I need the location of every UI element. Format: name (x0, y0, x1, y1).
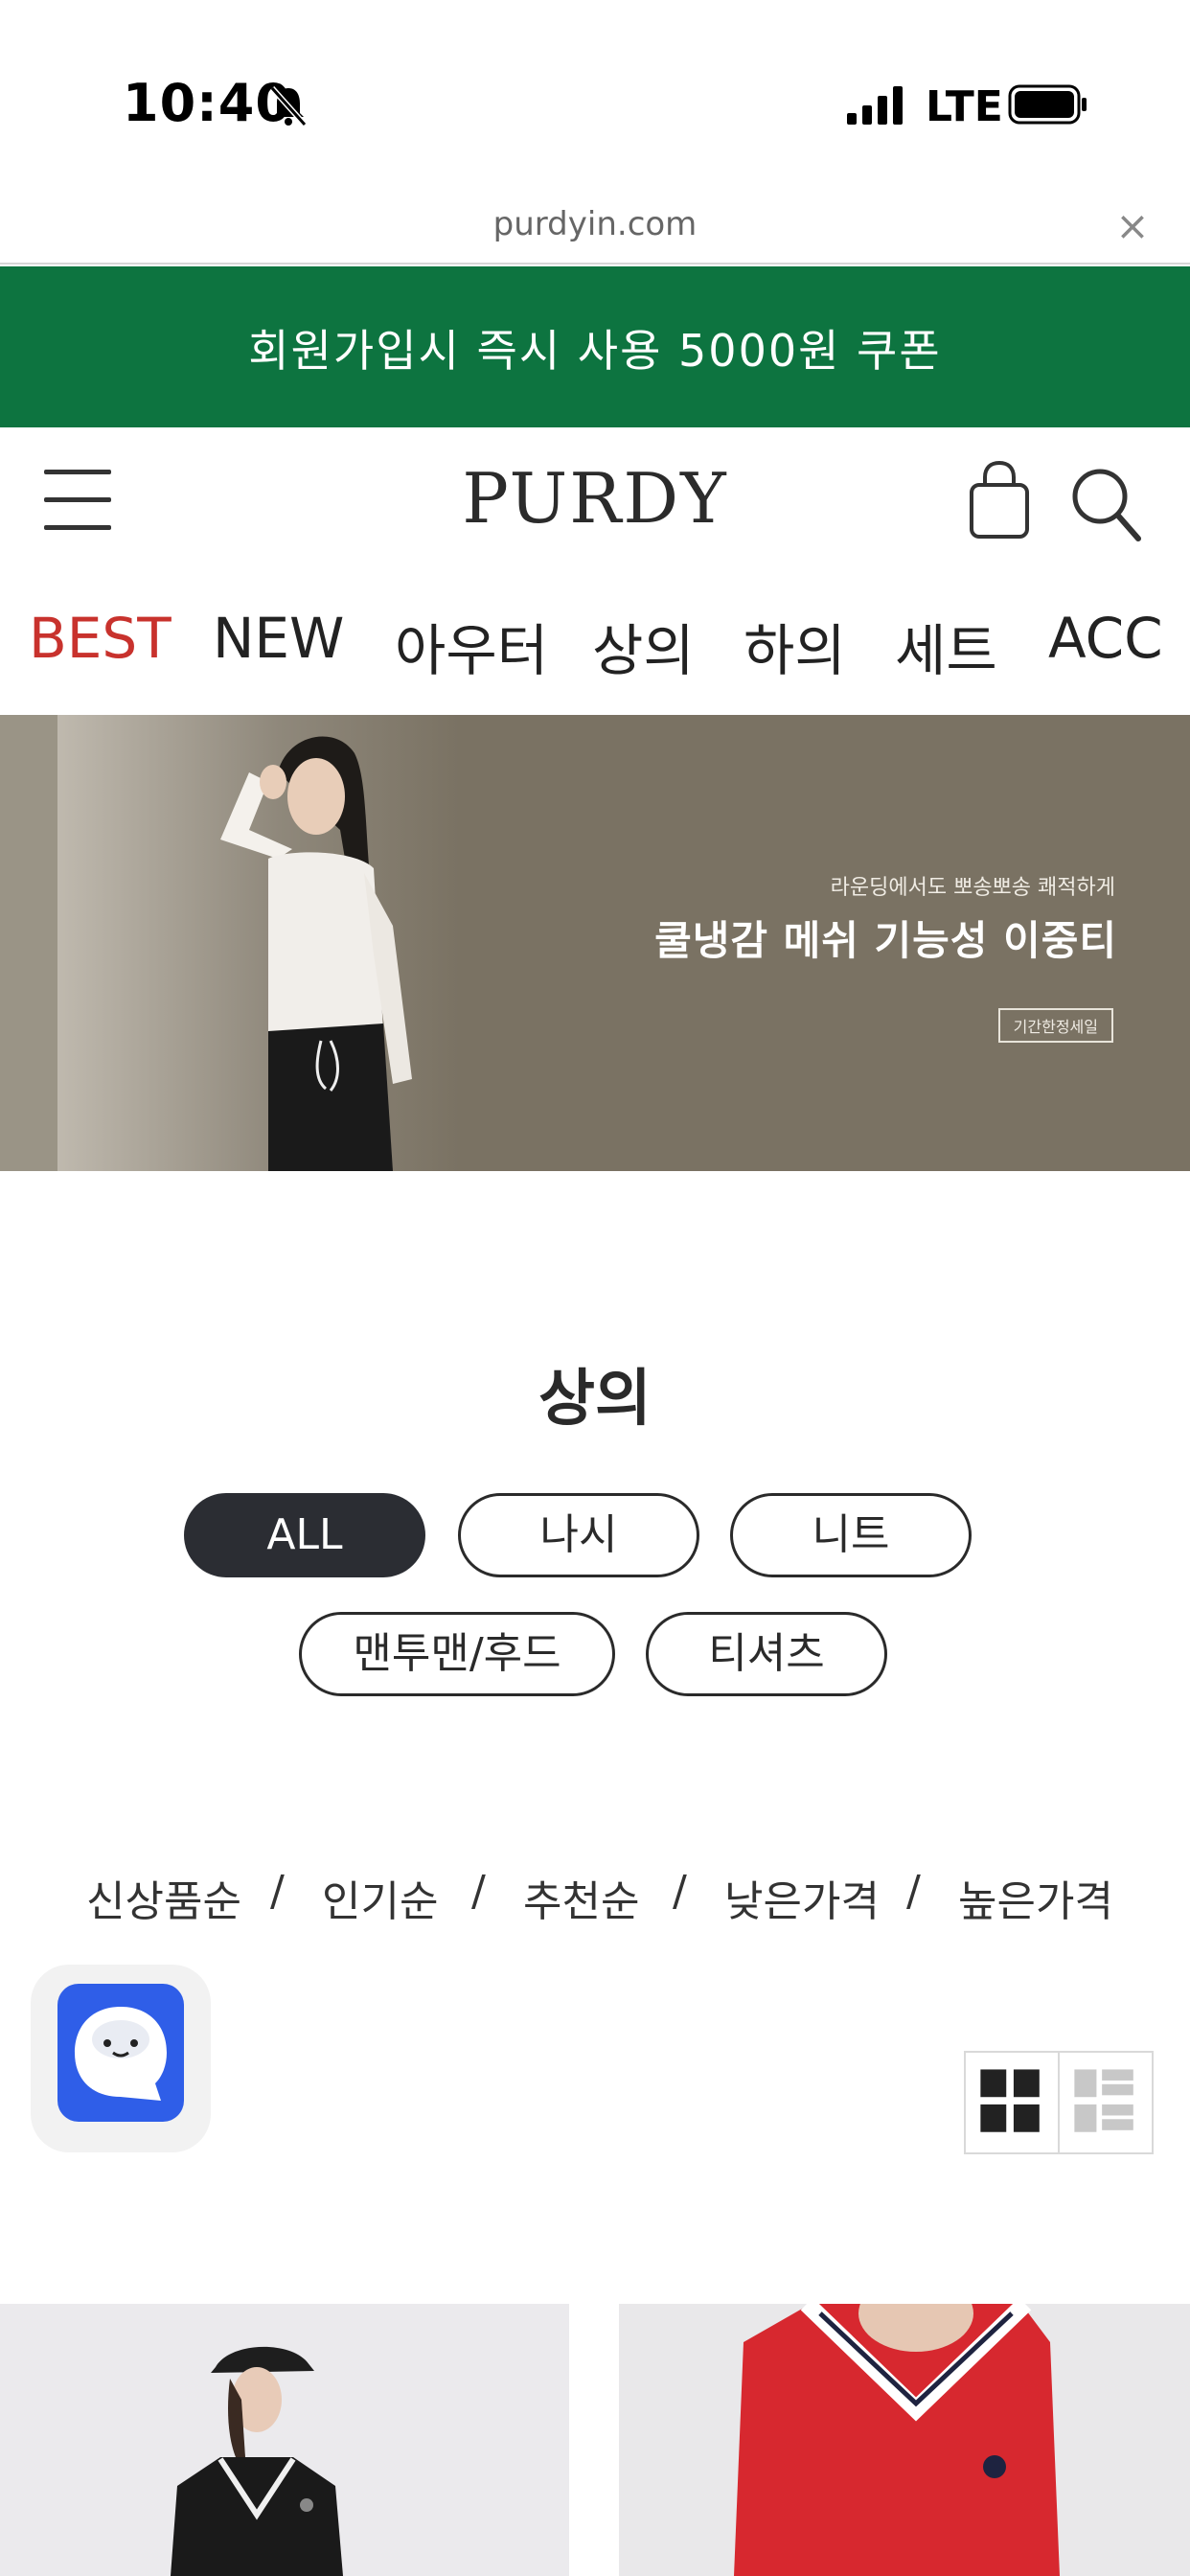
network-label: LTE (926, 82, 1003, 131)
product-card[interactable] (0, 2304, 569, 2576)
sort-separator: / (471, 1867, 486, 1916)
sort-separator: / (270, 1867, 285, 1916)
promo-text: 회원가입시 즉시 사용 5000원 쿠폰 (248, 325, 942, 377)
sort-recommended[interactable]: 추천순 (523, 1867, 639, 1928)
product-card[interactable] (619, 2304, 1190, 2576)
url-text[interactable]: purdyin.com (0, 205, 1190, 243)
category-tops[interactable]: 상의 (592, 606, 695, 686)
model-image (220, 736, 412, 1171)
grid-2-icon[interactable] (964, 2051, 1060, 2154)
filter-all[interactable]: ALL (184, 1493, 425, 1577)
hero-badge: 기간한정세일 (997, 1008, 1113, 1043)
category-acc[interactable]: ACC (1048, 606, 1163, 671)
sort-options: 신상품순 / 인기순 / 추천순 / 낮은가격 / 높은가격 (0, 1867, 1190, 1934)
sort-separator: / (906, 1867, 921, 1916)
product-image (171, 2346, 343, 2576)
site-header: PURDY (0, 427, 1190, 571)
filter-sweatshirt-hoodie[interactable]: 맨투맨/후드 (299, 1612, 615, 1696)
status-bar: 10:40 LTE (0, 0, 1190, 182)
chat-icon[interactable] (57, 1984, 184, 2122)
status-time: 10:40 (123, 73, 292, 133)
filter-sleeveless[interactable]: 나시 (458, 1493, 699, 1577)
filter-tshirt[interactable]: 티셔츠 (646, 1612, 887, 1696)
category-best[interactable]: BEST (29, 606, 172, 671)
filter-knit[interactable]: 니트 (730, 1493, 972, 1577)
browser-url-bar[interactable]: purdyin.com × (0, 192, 1190, 264)
signal-icon (847, 86, 903, 125)
hero-banner[interactable]: 라운딩에서도 뽀송뽀송 쾌적하게 쿨냉감 메쉬 기능성 이중티 기간한정세일 (0, 715, 1190, 1171)
chat-button[interactable] (31, 1965, 211, 2152)
category-nav: BEST NEW 아우터 상의 하의 세트 ACC (0, 586, 1190, 705)
close-icon[interactable]: × (1115, 206, 1150, 246)
shopping-bag-icon[interactable] (968, 460, 1031, 540)
sort-separator: / (673, 1867, 687, 1916)
promo-banner[interactable]: 회원가입시 즉시 사용 5000원 쿠폰 (0, 266, 1190, 427)
sort-low-price[interactable]: 낮은가격 (724, 1867, 880, 1928)
hero-subtitle: 라운딩에서도 뽀송뽀송 쾌적하게 (830, 876, 1115, 900)
category-sets[interactable]: 세트 (895, 606, 997, 686)
category-new[interactable]: NEW (213, 606, 344, 671)
battery-icon (1008, 84, 1087, 125)
hero-title: 쿨냉감 메쉬 기능성 이중티 (654, 917, 1117, 964)
sort-popular[interactable]: 인기순 (322, 1867, 438, 1928)
category-outer[interactable]: 아우터 (395, 606, 548, 686)
search-icon[interactable] (1069, 466, 1142, 542)
category-bottoms[interactable]: 하의 (744, 606, 846, 686)
sort-newest[interactable]: 신상품순 (86, 1867, 241, 1928)
list-grid-icon[interactable] (1058, 2051, 1154, 2154)
sort-high-price[interactable]: 높은가격 (958, 1867, 1113, 1928)
bell-slash-icon (269, 85, 308, 126)
product-image (734, 2304, 1060, 2576)
section-title: 상의 (538, 1364, 652, 1435)
hero-wall (0, 715, 57, 1171)
